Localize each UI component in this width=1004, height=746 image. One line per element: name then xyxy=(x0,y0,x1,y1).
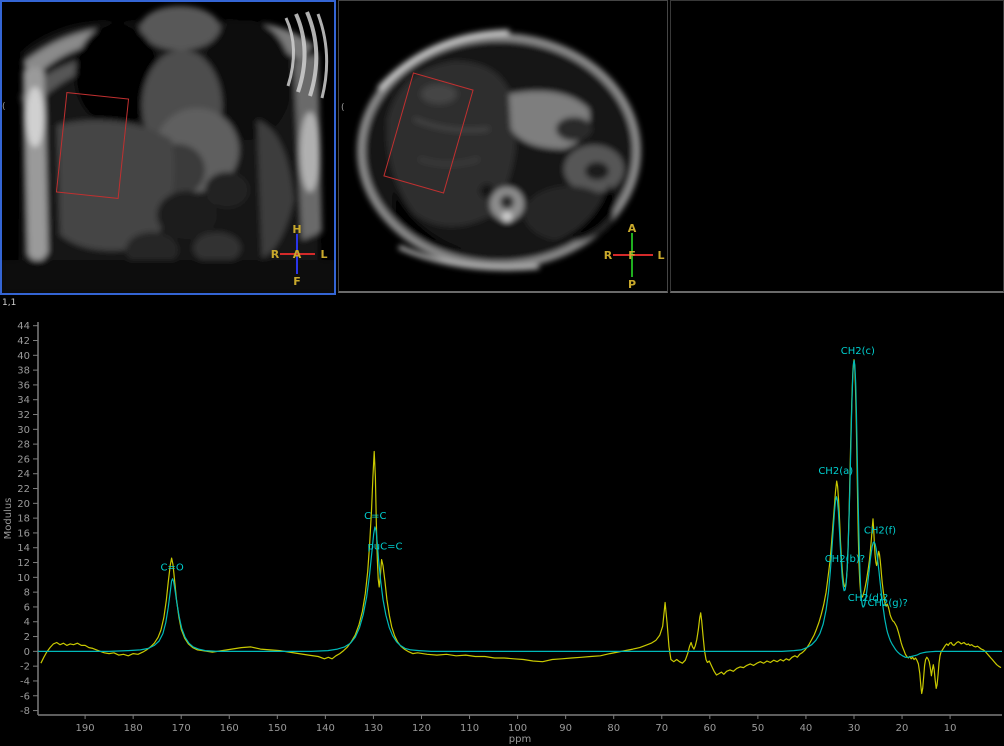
y-tick-label: -2 xyxy=(20,662,30,673)
y-tick-label: 20 xyxy=(17,499,30,510)
y-tick-label: 16 xyxy=(17,528,30,539)
peak-label: CH2(g)? xyxy=(867,598,907,609)
x-tick-label: 20 xyxy=(896,723,909,734)
x-tick-label: 180 xyxy=(124,723,143,734)
y-tick-label: -6 xyxy=(20,691,30,702)
peak-label: CH2(c) xyxy=(841,346,875,357)
orientation-letter-right: L xyxy=(320,248,327,261)
y-tick-label: 8 xyxy=(24,588,30,599)
y-tick-label: 12 xyxy=(17,558,30,569)
axial-orientation-compass: A F P R L xyxy=(601,217,668,293)
spectrum-panel: 1,1 444240383634323028262422201816141210… xyxy=(0,296,1004,746)
viewport-axial[interactable]: A F P R L ( xyxy=(338,0,668,293)
orientation-letter-center: A xyxy=(293,248,302,261)
coronal-roi-box[interactable] xyxy=(56,92,129,199)
orientation-letter-right: L xyxy=(657,249,664,262)
orientation-letter-left: R xyxy=(271,248,280,261)
y-tick-label: 34 xyxy=(17,395,30,406)
edge-mark: ( xyxy=(2,102,6,112)
y-tick-label: 30 xyxy=(17,425,30,436)
y-tick-label: 14 xyxy=(17,543,30,554)
y-tick-label: 22 xyxy=(17,484,30,495)
x-tick-label: 40 xyxy=(800,723,813,734)
peak-label: CH2(f) xyxy=(864,526,896,537)
peak-label: CH2(a) xyxy=(818,466,853,477)
x-tick-label: 60 xyxy=(703,723,716,734)
y-tick-label: 42 xyxy=(17,336,30,347)
y-tick-label: 10 xyxy=(17,573,30,584)
orientation-letter-center: F xyxy=(628,249,636,262)
peak-label: CH2(b)? xyxy=(825,554,865,565)
x-tick-label: 130 xyxy=(364,723,383,734)
x-tick-label: 110 xyxy=(460,723,479,734)
x-tick-label: 190 xyxy=(76,723,95,734)
orientation-letter-bottom: F xyxy=(293,275,301,288)
x-tick-label: 100 xyxy=(508,723,527,734)
y-tick-label: 2 xyxy=(24,632,30,643)
orientation-letter-left: R xyxy=(604,249,613,262)
orientation-letter-top: A xyxy=(628,222,637,235)
y-tick-label: 26 xyxy=(17,454,30,465)
y-tick-label: 4 xyxy=(24,617,30,628)
x-tick-label: 30 xyxy=(848,723,861,734)
y-tick-label: 36 xyxy=(17,380,30,391)
y-tick-label: 44 xyxy=(17,321,30,332)
viewport-empty[interactable] xyxy=(670,0,1004,293)
application-window: H A F R L ( xyxy=(0,0,1004,746)
x-tick-label: 10 xyxy=(944,723,957,734)
x-tick-label: 160 xyxy=(220,723,239,734)
x-axis-title: ppm xyxy=(509,734,531,745)
spectrum-chart[interactable]: 4442403836343230282624222018161412108642… xyxy=(0,296,1004,746)
x-tick-label: 140 xyxy=(316,723,335,734)
y-axis-title: Modulus xyxy=(3,498,14,540)
x-tick-label: 150 xyxy=(268,723,287,734)
y-tick-label: 0 xyxy=(24,647,30,658)
y-tick-label: 38 xyxy=(17,366,30,377)
x-tick-label: 70 xyxy=(655,723,668,734)
y-tick-label: 32 xyxy=(17,410,30,421)
y-tick-label: -4 xyxy=(20,676,30,687)
edge-mark: ( xyxy=(341,103,345,113)
peak-label: C=C xyxy=(364,511,386,522)
y-tick-label: 40 xyxy=(17,351,30,362)
y-tick-label: 18 xyxy=(17,514,30,525)
y-tick-label: -8 xyxy=(20,706,30,717)
orientation-letter-bottom: P xyxy=(628,278,636,291)
orientation-letter-top: H xyxy=(292,223,301,236)
x-tick-label: 120 xyxy=(412,723,431,734)
y-tick-label: 6 xyxy=(24,602,30,613)
x-tick-label: 170 xyxy=(172,723,191,734)
y-tick-label: 24 xyxy=(17,469,30,480)
x-tick-label: 80 xyxy=(607,723,620,734)
viewport-coronal[interactable]: H A F R L ( xyxy=(0,0,336,295)
peak-label: puC=C xyxy=(367,541,402,552)
spectrum-raw-trace xyxy=(41,360,1001,694)
y-tick-label: 28 xyxy=(17,440,30,451)
x-tick-label: 90 xyxy=(559,723,572,734)
coronal-orientation-compass: H A F R L xyxy=(266,218,334,292)
viewport-row: H A F R L ( xyxy=(0,0,1004,296)
peak-label: C=O xyxy=(160,563,183,574)
x-tick-label: 50 xyxy=(752,723,765,734)
